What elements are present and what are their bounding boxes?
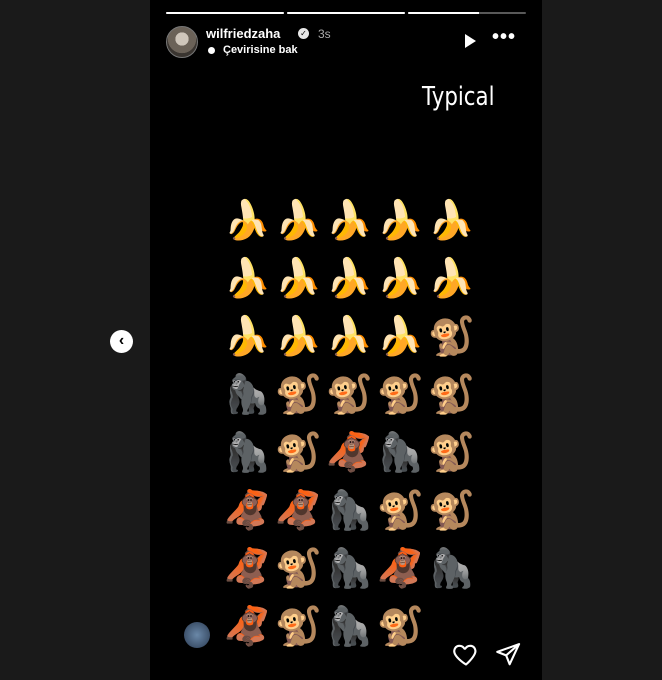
emoji-cell: 🐒 bbox=[274, 374, 323, 416]
emoji-cell: 🦧 bbox=[376, 548, 425, 590]
emoji-cell: 🐒 bbox=[376, 490, 425, 532]
emoji-cell: 🐒 bbox=[376, 374, 425, 416]
emoji-cell: 🍌 bbox=[427, 200, 476, 242]
emoji-cell: 🍌 bbox=[223, 316, 272, 358]
emoji-row: 🦧 🦧 🦍 🐒 🐒 bbox=[222, 482, 482, 540]
emoji-cell: 🦍 bbox=[325, 548, 374, 590]
heart-icon[interactable] bbox=[452, 640, 480, 668]
emoji-cell: 🦧 bbox=[274, 490, 323, 532]
emoji-cell: 🐒 bbox=[325, 374, 374, 416]
emoji-cell: 🍌 bbox=[427, 258, 476, 300]
emoji-cell: 🦍 bbox=[427, 548, 476, 590]
emoji-cell: 🐒 bbox=[274, 606, 323, 648]
more-icon[interactable]: ••• bbox=[492, 27, 516, 47]
emoji-cell: 🍌 bbox=[274, 258, 323, 300]
progress-segment bbox=[287, 12, 405, 14]
story-header: wilfriedzaha ✓ 3s Çevirisine bak ••• bbox=[166, 26, 526, 60]
emoji-cell: 🐒 bbox=[427, 316, 476, 358]
emoji-cell: 🍌 bbox=[376, 316, 425, 358]
emoji-cell: 🦧 bbox=[223, 606, 272, 648]
story-time: 3s bbox=[318, 27, 331, 41]
progress-segment bbox=[408, 12, 526, 14]
emoji-cell: 🦍 bbox=[325, 490, 374, 532]
emoji-cell: 🐒 bbox=[427, 432, 476, 474]
emoji-cell: 🐒 bbox=[376, 606, 425, 648]
emoji-cell: 🐒 bbox=[274, 432, 323, 474]
emoji-cell: 🍌 bbox=[274, 316, 323, 358]
emoji-cell: 🦍 bbox=[223, 374, 272, 416]
progress-segment bbox=[166, 12, 284, 14]
emoji-cell: 🐒 bbox=[427, 490, 476, 532]
story-progress bbox=[166, 12, 526, 14]
emoji-row: 🍌 🍌 🍌 🍌 🍌 bbox=[222, 250, 482, 308]
emoji-cell: 🐒 bbox=[274, 548, 323, 590]
emoji-cell: 🍌 bbox=[223, 258, 272, 300]
emoji-cell: 🍌 bbox=[376, 258, 425, 300]
emoji-row: 🍌 🍌 🍌 🍌 🐒 bbox=[222, 308, 482, 366]
emoji-cell: 🦧 bbox=[325, 432, 374, 474]
send-icon[interactable] bbox=[494, 640, 522, 668]
emoji-grid: 🍌 🍌 🍌 🍌 🍌 🍌 🍌 🍌 🍌 🍌 🍌 🍌 🍌 🍌 🐒 🦍 🐒 🐒 🐒 🐒 🦍 🐒 🦧 🦍 🐒 🦧 🦧 🦍 🐒 🐒 🦧 🐒 🦍 🦧 🦍 🦧 🐒 🦍 🐒 🐵 bbox=[222, 192, 482, 656]
emoji-cell: 🐒 bbox=[427, 374, 476, 416]
emoji-cell: 🦍 bbox=[223, 432, 272, 474]
emoji-row: 🦧 🐒 🦍 🦧 🦍 bbox=[222, 540, 482, 598]
emoji-cell: 🦧 bbox=[223, 490, 272, 532]
translate-icon bbox=[208, 47, 215, 54]
emoji-cell: 🍌 bbox=[223, 200, 272, 242]
story-caption: Typical bbox=[422, 82, 495, 112]
verified-badge-icon: ✓ bbox=[298, 28, 309, 39]
emoji-cell: 🍌 bbox=[325, 200, 374, 242]
emoji-cell: 🍌 bbox=[376, 200, 425, 242]
emoji-cell: 🦧 bbox=[223, 548, 272, 590]
emoji-cell: 🍌 bbox=[325, 316, 374, 358]
story-viewer: wilfriedzaha ✓ 3s Çevirisine bak ••• Typ… bbox=[150, 0, 542, 680]
emoji-row: 🦍 🐒 🦧 🦍 🐒 bbox=[222, 424, 482, 482]
emoji-cell: 🦍 bbox=[325, 606, 374, 648]
emoji-row: 🦧 🐒 🦍 🐒 🐵 bbox=[222, 598, 482, 656]
emoji-cell: 🦍 bbox=[376, 432, 425, 474]
play-icon[interactable] bbox=[465, 34, 476, 48]
avatar[interactable] bbox=[166, 26, 198, 58]
username[interactable]: wilfriedzaha bbox=[206, 26, 280, 41]
viewer-avatar[interactable] bbox=[184, 622, 210, 648]
emoji-row: 🦍 🐒 🐒 🐒 🐒 bbox=[222, 366, 482, 424]
emoji-row: 🍌 🍌 🍌 🍌 🍌 bbox=[222, 192, 482, 250]
chevron-left-icon[interactable]: ‹ bbox=[110, 330, 133, 353]
emoji-cell: 🍌 bbox=[325, 258, 374, 300]
translate-link[interactable]: Çevirisine bak bbox=[223, 44, 298, 56]
emoji-cell: 🍌 bbox=[274, 200, 323, 242]
